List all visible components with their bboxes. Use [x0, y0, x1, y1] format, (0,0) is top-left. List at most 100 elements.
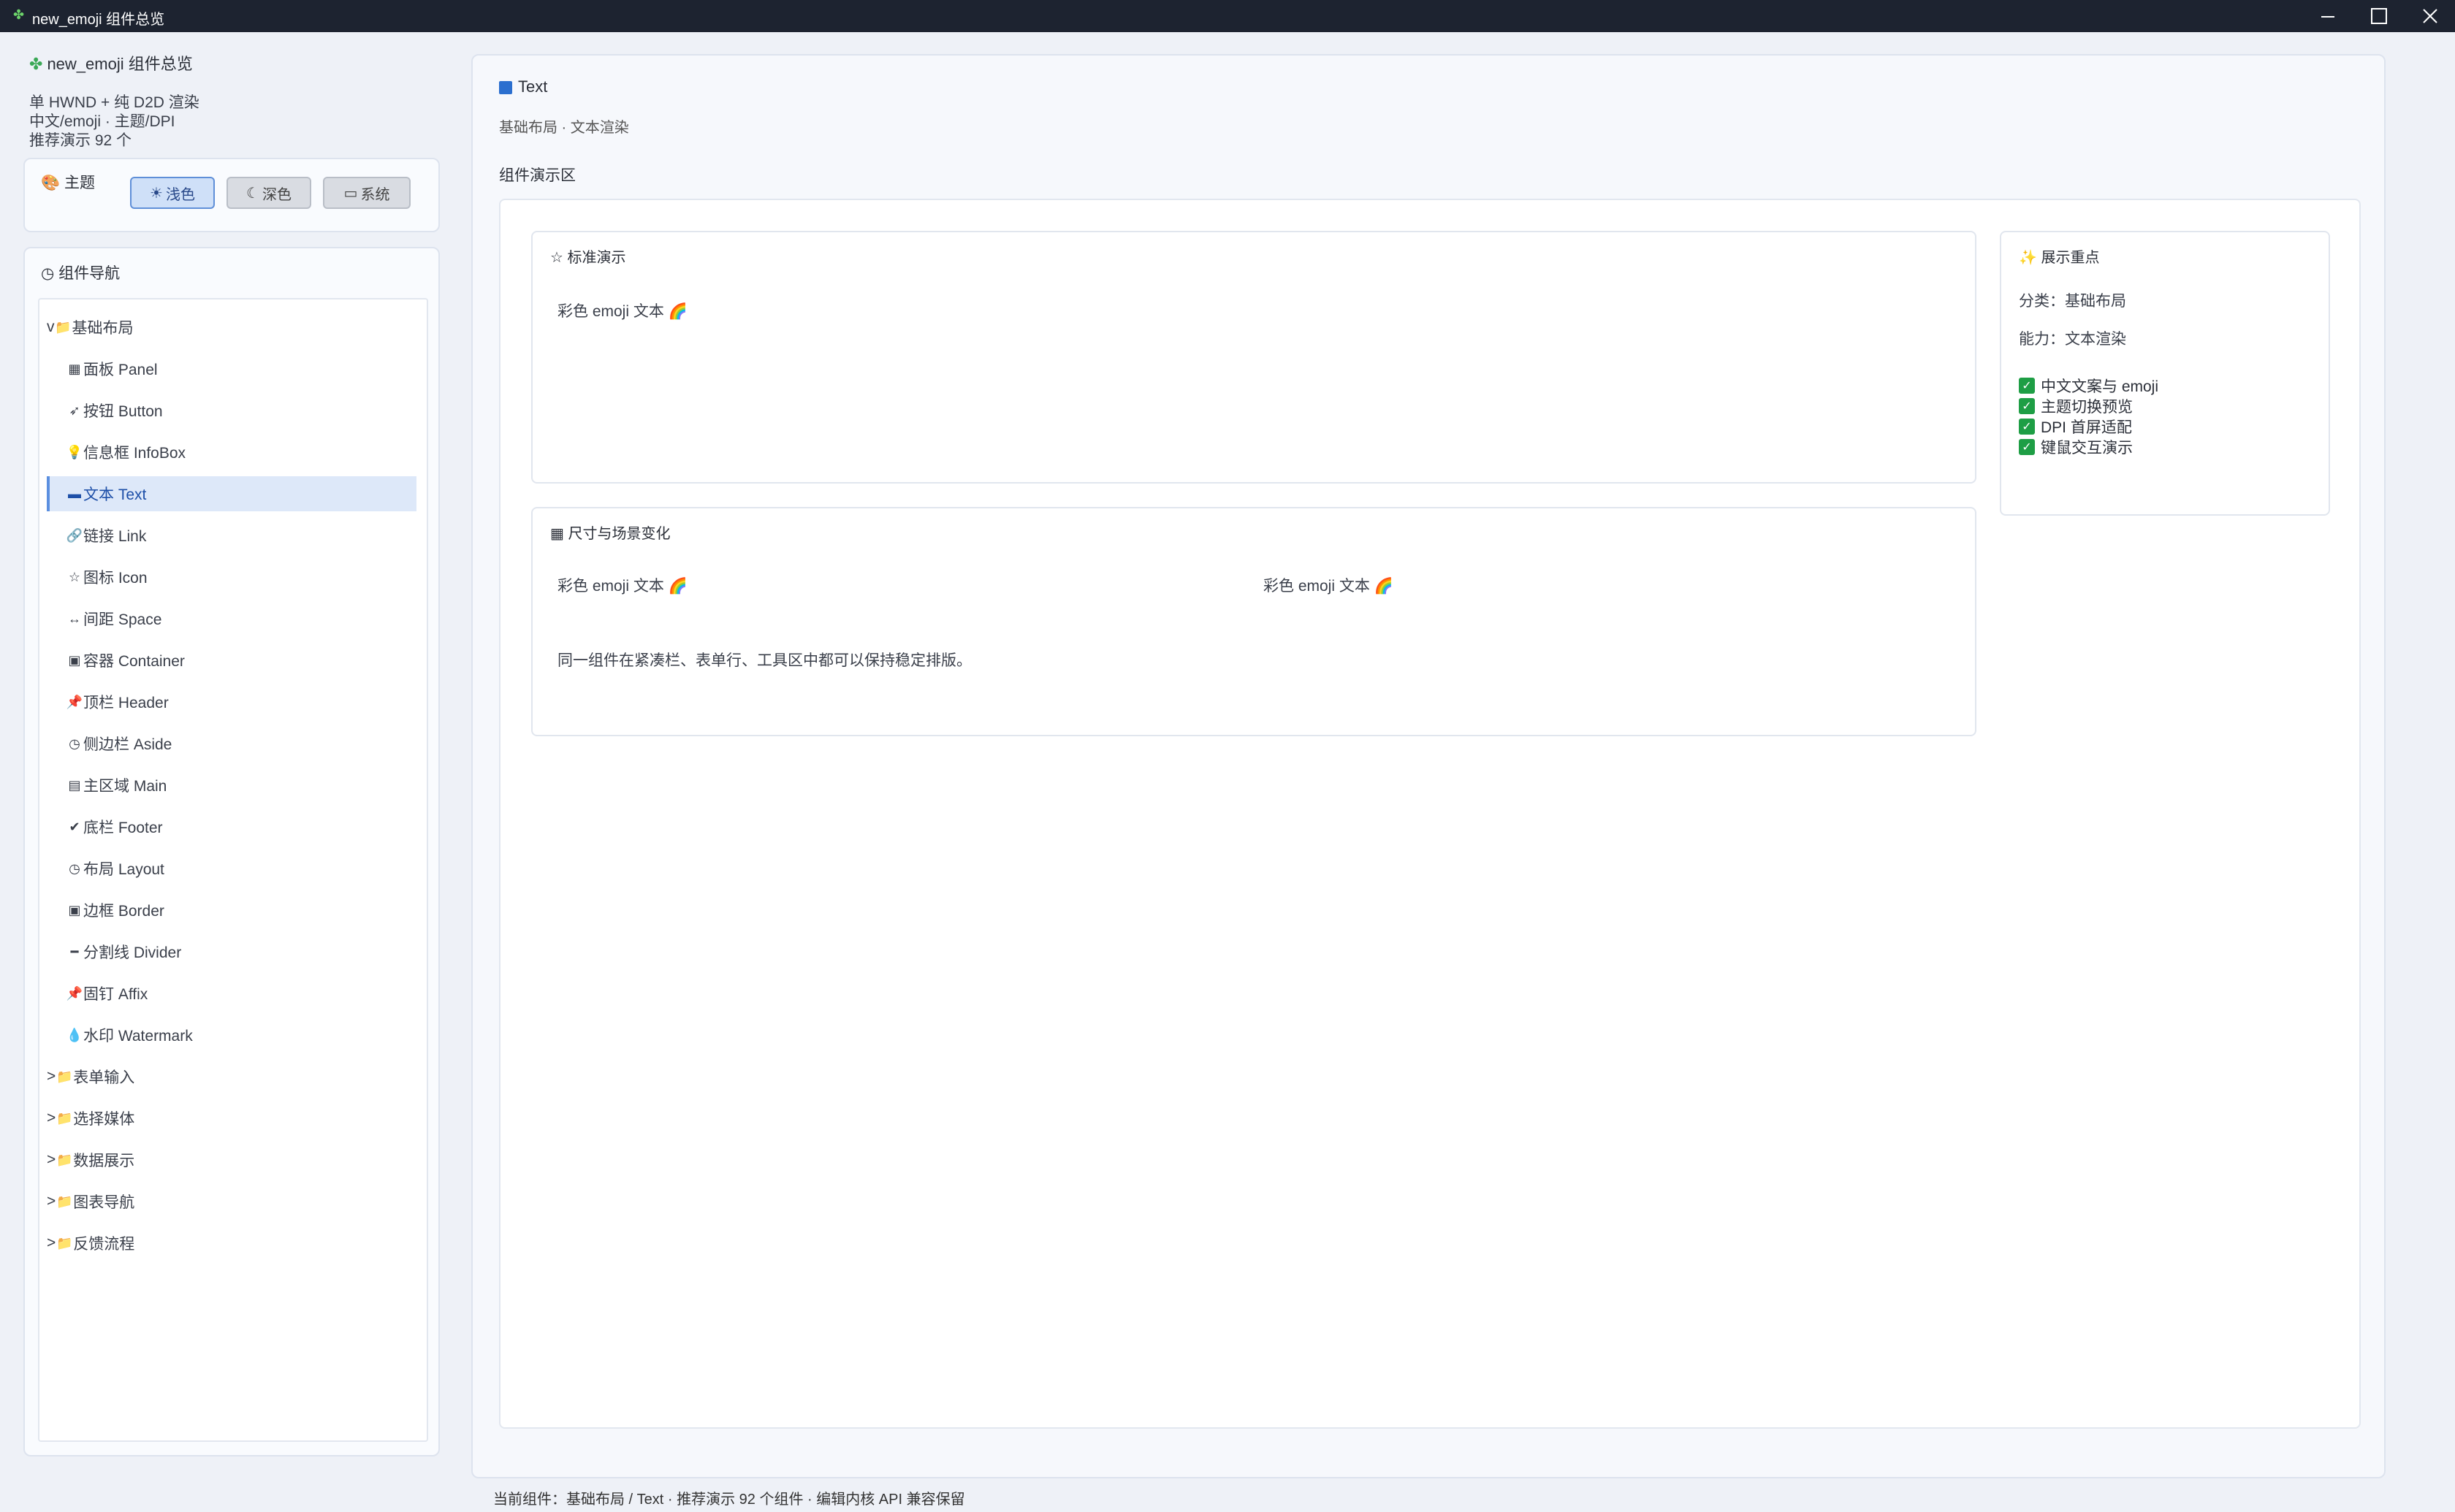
nav-item-label: 边框 Border [83, 903, 164, 920]
nav-item[interactable]: 🔗 链接 Link [47, 518, 416, 553]
size-demo-card: ▦ 尺寸与场景变化 彩色 emoji 文本 🌈 彩色 emoji 文本 🌈 同一… [531, 507, 1976, 736]
nav-item[interactable]: ◷ 布局 Layout [47, 851, 416, 886]
nav-item[interactable]: ━ 分割线 Divider [47, 934, 416, 969]
focus-category: 分类：基础布局 [2019, 293, 2126, 310]
checklist-item: ✓ DPI 首屏适配 [2019, 416, 2158, 437]
theme-system-label: 系统 [360, 186, 390, 203]
nav-item[interactable]: ▣ 容器 Container [47, 643, 416, 678]
nav-item-label: 基础布局 [72, 320, 134, 337]
size-demo-header: ▦ 尺寸与场景变化 [550, 522, 670, 543]
nav-group[interactable]: v 📁 基础布局 [47, 310, 416, 345]
nav-item[interactable]: ▬ 文本 Text [47, 476, 416, 511]
nav-item[interactable]: ◷ 侧边栏 Aside [47, 726, 416, 761]
component-icon: ☆ [68, 569, 81, 584]
nav-item-label: 分割线 Divider [83, 944, 182, 961]
theme-panel: 🎨 主题 ☀ 浅色 ☾ 深色 ▭ 系统 [23, 158, 440, 232]
component-icon: 💧 [66, 1027, 83, 1042]
collapsed-chevron-icon: > [47, 1193, 56, 1210]
folder-icon: 📁 [56, 1235, 73, 1251]
component-icon: ▬ [68, 486, 81, 501]
nav-item-label: 主区域 Main [83, 778, 167, 795]
check-icon: ✓ [2019, 419, 2035, 435]
nav-item[interactable]: ▤ 主区域 Main [47, 768, 416, 803]
component-icon: ▣ [68, 902, 81, 917]
standard-demo-text: 彩色 emoji 文本 🌈 [557, 303, 688, 320]
nav-group[interactable]: > 📁 选择媒体 [47, 1101, 416, 1136]
maximize-button[interactable] [2354, 0, 2404, 32]
folder-icon: 📁 [56, 1152, 73, 1167]
nav-group[interactable]: > 📁 数据展示 [47, 1142, 416, 1177]
nav-item[interactable]: 💡 信息框 InfoBox [47, 435, 416, 470]
nav-group[interactable]: > 📁 图表导航 [47, 1184, 416, 1219]
size-demo-text-a: 彩色 emoji 文本 🌈 [557, 578, 688, 595]
nav-group[interactable]: > 📁 反馈流程 [47, 1226, 416, 1261]
checklist-label: 键鼠交互演示 [2041, 440, 2133, 457]
component-icon: ↔ [68, 611, 81, 626]
component-icon: 📌 [66, 694, 83, 709]
component-icon: 💡 [66, 444, 83, 459]
minimize-button[interactable] [2303, 0, 2353, 32]
nav-item-label: 文本 Text [83, 486, 147, 503]
demo-label: 组件演示区 [499, 167, 576, 184]
nav-item[interactable]: 💧 水印 Watermark [47, 1017, 416, 1053]
nav-item-label: 水印 Watermark [83, 1028, 193, 1045]
collapsed-chevron-icon: > [47, 1234, 56, 1251]
check-icon: ✓ [2019, 398, 2035, 414]
checklist-label: 主题切换预览 [2041, 399, 2133, 416]
close-button[interactable] [2405, 0, 2455, 32]
laptop-icon: ▭ [343, 185, 358, 202]
theme-system-button[interactable]: ▭ 系统 [323, 177, 411, 209]
component-icon: ➶ [69, 402, 80, 418]
checklist-label: 中文文案与 emoji [2041, 378, 2159, 395]
star-icon: ☆ [550, 250, 563, 266]
checklist-item: ✓ 键鼠交互演示 [2019, 437, 2158, 457]
standard-demo-card: ☆ 标准演示 彩色 emoji 文本 🌈 [531, 231, 1976, 484]
nav-item[interactable]: 📌 固钉 Affix [47, 976, 416, 1011]
nav-item[interactable]: ▣ 边框 Border [47, 893, 416, 928]
focus-header-text: 展示重点 [2041, 250, 2100, 266]
nav-item-label: 图表导航 [73, 1194, 135, 1211]
sun-icon: ☀ [150, 185, 163, 202]
checklist-item: ✓ 主题切换预览 [2019, 396, 2158, 416]
page-title-text: Text [518, 77, 548, 96]
nav-item[interactable]: ↔ 间距 Space [47, 601, 416, 636]
nav-item[interactable]: ☆ 图标 Icon [47, 560, 416, 595]
app-title: ✤ new_emoji 组件总览 [29, 51, 193, 75]
component-icon: ✔ [69, 819, 80, 834]
nav-item[interactable]: ✔ 底栏 Footer [47, 809, 416, 844]
sparkle-icon: ✨ [2019, 250, 2037, 266]
nav-item-label: 表单输入 [73, 1069, 135, 1086]
nav-item-label: 面板 Panel [83, 362, 158, 378]
component-icon: 📌 [66, 985, 83, 1001]
nav-item-label: 信息框 InfoBox [83, 445, 186, 462]
title-bar: ✤ new_emoji 组件总览 [0, 0, 2455, 32]
app-desc-line: 推荐演示 92 个 [29, 132, 132, 149]
nav-item[interactable]: ▦ 面板 Panel [47, 351, 416, 386]
focus-card: ✨ 展示重点 分类：基础布局 能力：文本渲染 ✓ 中文文案与 emoji ✓ 主题切… [2000, 231, 2330, 516]
nav-item-label: 图标 Icon [83, 570, 148, 587]
demo-area: ☆ 标准演示 彩色 emoji 文本 🌈 ▦ 尺寸与场景变化 彩色 emoji … [499, 199, 2361, 1429]
nav-group[interactable]: > 📁 表单输入 [47, 1059, 416, 1094]
size-demo-header-text: 尺寸与场景变化 [568, 526, 671, 542]
component-icon: ◷ [69, 860, 80, 876]
nav-item-label: 侧边栏 Aside [83, 736, 172, 753]
checklist-item: ✓ 中文文案与 emoji [2019, 375, 2158, 396]
checklist-label: DPI 首屏适配 [2041, 419, 2132, 436]
app-title-text: new_emoji 组件总览 [47, 55, 193, 73]
nav-tree[interactable]: v 📁 基础布局 ▦ 面板 Panel ➶ 按钮 Button 💡 信息框 InfoBox ▬ 文本… [38, 298, 428, 1442]
theme-light-button[interactable]: ☀ 浅色 [130, 177, 215, 209]
theme-dark-button[interactable]: ☾ 深色 [227, 177, 311, 209]
focus-header: ✨ 展示重点 [2019, 245, 2099, 267]
focus-ability: 能力：文本渲染 [2019, 331, 2126, 348]
standard-demo-header: ☆ 标准演示 [550, 245, 626, 267]
nav-item[interactable]: ➶ 按钮 Button [47, 393, 416, 428]
nav-item-label: 链接 Link [83, 528, 147, 545]
text-icon [499, 81, 512, 95]
nav-item[interactable]: 📌 顶栏 Header [47, 684, 416, 719]
standard-demo-header-text: 标准演示 [567, 250, 626, 266]
palette-icon: 🎨 [41, 175, 61, 191]
compass-icon: ◷ [41, 265, 55, 282]
component-icon: ▣ [68, 652, 81, 668]
nav-item-label: 间距 Space [83, 611, 162, 628]
theme-label: 🎨 主题 [41, 171, 95, 193]
